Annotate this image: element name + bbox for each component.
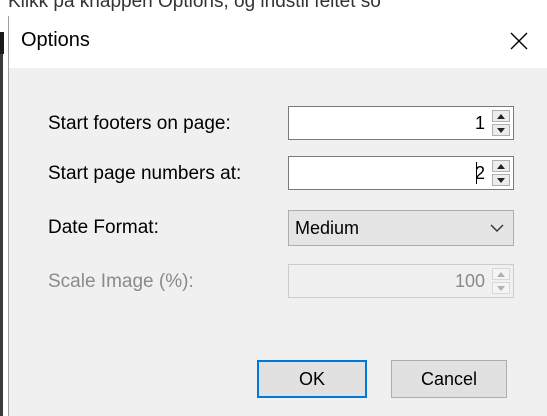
dialog-titlebar: Options xyxy=(9,16,547,68)
background-window-marker xyxy=(0,32,4,54)
dialog-title: Options xyxy=(21,29,90,51)
start-page-numbers-increment[interactable] xyxy=(492,160,510,172)
arrow-up-icon xyxy=(497,271,505,277)
date-format-label: Date Format: xyxy=(48,217,159,238)
scale-image-spinbox: 100 xyxy=(288,264,514,298)
date-format-dropdown[interactable]: Medium xyxy=(288,210,514,246)
scale-image-increment xyxy=(492,268,510,280)
scale-image-value: 100 xyxy=(454,271,485,291)
start-page-numbers-spinbox[interactable]: 2 xyxy=(288,156,514,190)
options-dialog: Options Start footers on page: 1 Start p… xyxy=(8,16,547,416)
start-footers-value[interactable]: 1 xyxy=(475,107,485,139)
arrow-down-icon xyxy=(497,177,505,183)
start-footers-spinbox[interactable]: 1 xyxy=(288,106,514,140)
start-footers-label: Start footers on page: xyxy=(48,113,231,134)
arrow-down-icon xyxy=(497,127,505,133)
scale-image-spin-buttons xyxy=(492,268,510,294)
start-page-numbers-decrement[interactable] xyxy=(492,174,510,186)
date-format-value: Medium xyxy=(295,218,360,238)
ok-button[interactable]: OK xyxy=(257,360,367,398)
start-footers-spin-buttons xyxy=(492,110,510,136)
scale-image-label: Scale Image (%): xyxy=(48,271,194,292)
close-button[interactable] xyxy=(499,22,539,60)
arrow-up-icon xyxy=(497,163,505,169)
arrow-up-icon xyxy=(497,113,505,119)
chevron-down-icon xyxy=(490,224,504,232)
cancel-button[interactable]: Cancel xyxy=(391,360,507,398)
start-page-numbers-spin-buttons xyxy=(492,160,510,186)
scale-image-decrement xyxy=(492,282,510,294)
text-cursor xyxy=(476,162,477,184)
background-window-edge xyxy=(0,40,3,416)
start-page-numbers-label: Start page numbers at: xyxy=(48,163,242,184)
start-footers-increment[interactable] xyxy=(492,110,510,122)
background-text: Klikk på knappen Options, og indstil fel… xyxy=(8,0,381,12)
close-icon xyxy=(510,32,528,50)
arrow-down-icon xyxy=(497,285,505,291)
start-footers-decrement[interactable] xyxy=(492,124,510,136)
